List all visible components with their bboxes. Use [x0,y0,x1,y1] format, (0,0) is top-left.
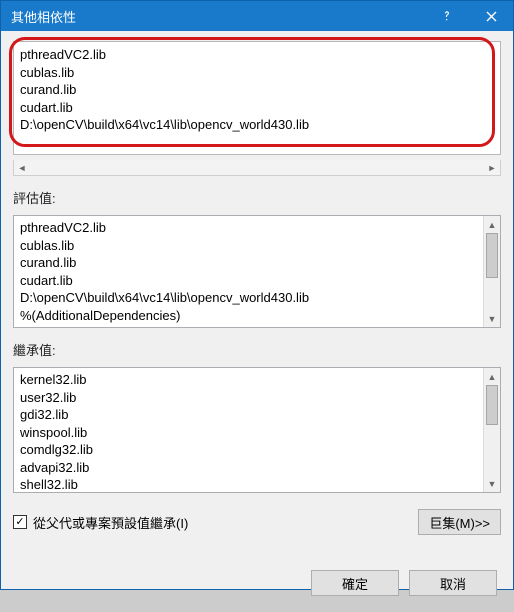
scroll-track [484,385,500,475]
ok-button[interactable]: 確定 [311,570,399,596]
inherit-checkbox-label: 從父代或專案預設值繼承(I) [33,513,188,532]
scroll-down-icon: ▼ [484,475,500,492]
close-icon [486,11,497,22]
scroll-up-icon: ▲ [484,368,500,385]
dependencies-editbox[interactable] [13,41,501,155]
help-button[interactable] [425,1,469,31]
scroll-left-icon: ◄ [14,160,30,175]
scroll-right-icon: ► [484,160,500,175]
scroll-thumb[interactable] [486,233,498,278]
separator [13,551,501,552]
scroll-down-icon: ▼ [484,310,500,327]
macros-button[interactable]: 巨集(M)>> [418,509,501,535]
edit-group: ◄ ► [13,41,501,176]
cancel-button[interactable]: 取消 [409,570,497,596]
close-button[interactable] [469,1,513,31]
footer-buttons: 確定 取消 [13,560,501,600]
scroll-up-icon: ▲ [484,216,500,233]
client-area: ◄ ► 評估值: pthreadVC2.lib cublas.lib curan… [1,31,513,612]
inherited-listbox[interactable]: kernel32.lib user32.lib gdi32.lib winspo… [13,367,501,493]
inherited-scrollbar[interactable]: ▲ ▼ [483,368,500,492]
inherit-checkbox-wrap[interactable]: ✓ 從父代或專案預設值繼承(I) [13,513,188,532]
evaluated-listbox[interactable]: pthreadVC2.lib cublas.lib curand.lib cud… [13,215,501,328]
scroll-track [484,233,500,310]
evaluated-content: pthreadVC2.lib cublas.lib curand.lib cud… [14,216,500,327]
horizontal-scrollbar[interactable]: ◄ ► [13,160,501,176]
evaluated-label: 評估值: [13,188,501,207]
evaluated-scrollbar[interactable]: ▲ ▼ [483,216,500,327]
scroll-thumb[interactable] [486,385,498,425]
title-bar: 其他相依性 [1,1,513,31]
inherit-row: ✓ 從父代或專案預設值繼承(I) 巨集(M)>> [13,509,501,535]
dialog-window: 其他相依性 ◄ ► 評估值: pthreadVC2.lib cublas.lib… [0,0,514,590]
inherit-checkbox[interactable]: ✓ [13,515,27,529]
inherited-label: 繼承值: [13,340,501,359]
title-text: 其他相依性 [11,7,425,26]
inherited-content: kernel32.lib user32.lib gdi32.lib winspo… [14,368,500,493]
help-icon [441,10,453,22]
